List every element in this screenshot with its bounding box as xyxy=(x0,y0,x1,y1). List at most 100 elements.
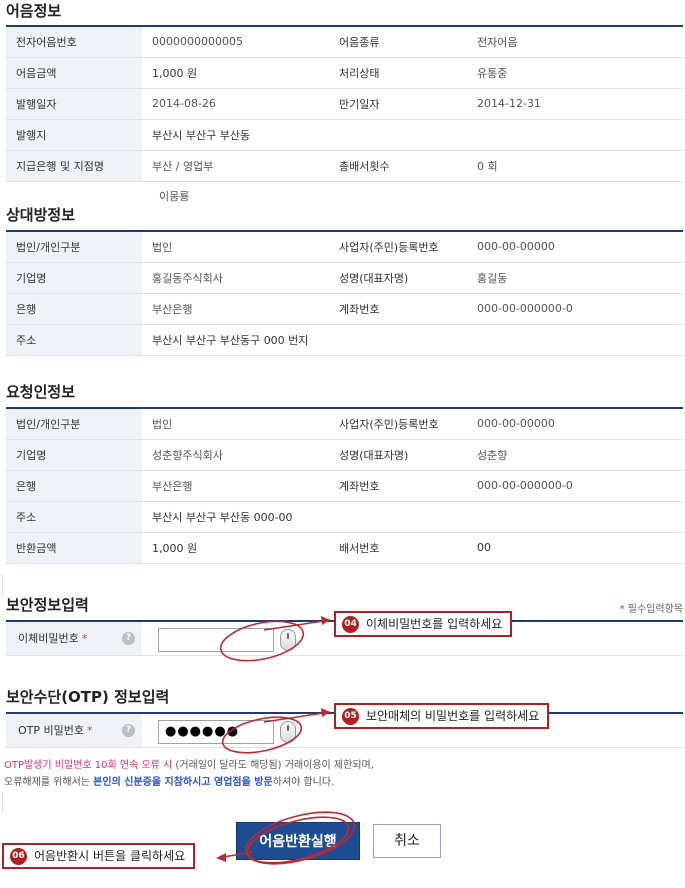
virtual-keyboard-mouse-icon[interactable] xyxy=(280,721,296,743)
table-row: 발행일자 2014-08-26 만기일자 2014-12-31 xyxy=(6,88,683,120)
help-icon[interactable]: ? xyxy=(122,632,135,645)
field-label: 계좌번호 xyxy=(327,470,467,502)
otp-note-line2: 오류해제를 위해서는 본인의 신분증을 지참하시고 영업점을 방문하셔야 합니다… xyxy=(4,774,374,791)
otp-input-title: 보안수단(OTP) 정보입력 xyxy=(6,688,170,706)
field-label: 총배서횟수 xyxy=(327,150,467,182)
field-label: 사업자(주민)등록번호 xyxy=(327,231,467,263)
field-value: 0000000000005 xyxy=(142,26,327,58)
cancel-button[interactable]: 취소 xyxy=(373,824,441,858)
callout-05: 05 보안매체의 비밀번호를 입력하세요 xyxy=(334,703,550,729)
field-label: 주소 xyxy=(6,324,142,356)
table-row: 기업명 성춘향주식회사 성명(대표자명) 성춘향 xyxy=(6,439,683,471)
counterparty-info-table: 법인/개인구분 법인 사업자(주민)등록번호 000-00-00000 기업명 … xyxy=(6,230,683,356)
otp-note-highlight: OTP발생기 비밀번호 10회 연속 오류 시 xyxy=(4,760,173,771)
divider xyxy=(2,793,3,813)
required-star: * xyxy=(87,724,93,737)
divider xyxy=(2,575,3,595)
table-row: 은행 부산은행 계좌번호 000-00-000000-0 xyxy=(6,470,683,502)
field-label: 성명(대표자명) xyxy=(327,262,467,294)
callout-number: 05 xyxy=(342,708,359,725)
field-value: 부산은행 xyxy=(142,470,327,502)
field-value: 부산 / 영업부 xyxy=(142,150,327,182)
bill-info-table: 전자어음번호 0000000000005 어음종류 전자어음 어음금액 1,00… xyxy=(6,25,683,182)
callout-text: 어음반환시 버튼을 클릭하세요 xyxy=(34,849,186,863)
table-row: 전자어음번호 0000000000005 어음종류 전자어음 xyxy=(6,26,683,58)
extra-value: 이몽룡 xyxy=(159,190,190,203)
field-value: 1,000 원 xyxy=(142,532,327,564)
bill-info-title: 어음정보 xyxy=(6,2,62,20)
table-row: 주소 부산시 부산구 부산동 000-00 xyxy=(6,501,683,533)
field-label: 만기일자 xyxy=(327,88,467,120)
field-value: 전자어음 xyxy=(467,26,683,58)
table-row: 반환금액 1,000 원 배서번호 00 xyxy=(6,532,683,564)
help-icon[interactable]: ? xyxy=(122,724,135,737)
field-label: 법인/개인구분 xyxy=(6,408,142,440)
field-value: 000-00-00000 xyxy=(467,408,683,440)
otp-note-line1: OTP발생기 비밀번호 10회 연속 오류 시 (거래일이 달라도 해당됨) 거… xyxy=(4,757,374,774)
callout-number: 04 xyxy=(342,616,359,633)
callout-06: 06 어음반환시 버튼을 클릭하세요 xyxy=(2,843,196,869)
virtual-keyboard-mouse-icon[interactable] xyxy=(280,629,296,651)
required-note: * 필수입력항목 xyxy=(620,600,683,615)
field-value: 유통중 xyxy=(467,57,683,89)
field-label: 사업자(주민)등록번호 xyxy=(327,408,467,440)
field-value: 000-00-000000-0 xyxy=(467,293,683,325)
callout-number: 06 xyxy=(10,848,27,865)
field-label: 기업명 xyxy=(6,439,142,471)
field-value: 0 회 xyxy=(467,150,683,182)
arrow-head xyxy=(216,853,226,862)
field-label: 발행일자 xyxy=(6,88,142,120)
field-label: 법인/개인구분 xyxy=(6,231,142,263)
otp-warning-note: OTP발생기 비밀번호 10회 연속 오류 시 (거래일이 달라도 해당됨) 거… xyxy=(4,757,374,791)
security-input-title: 보안정보입력 xyxy=(6,596,89,614)
requester-info-table: 법인/개인구분 법인 사업자(주민)등록번호 000-00-00000 기업명 … xyxy=(6,407,683,564)
field-value: 부산시 부산구 부산동 xyxy=(142,119,683,151)
field-label: 어음금액 xyxy=(6,57,142,89)
transfer-password-input[interactable] xyxy=(158,628,274,652)
callout-text: 이체비밀번호를 입력하세요 xyxy=(366,617,503,631)
field-value: 성춘향주식회사 xyxy=(142,439,327,471)
field-label: 은행 xyxy=(6,470,142,502)
field-label: 배서번호 xyxy=(327,532,467,564)
counterparty-info-title: 상대방정보 xyxy=(6,206,76,224)
table-row: 은행 부산은행 계좌번호 000-00-000000-0 xyxy=(6,293,683,325)
callout-04: 04 이체비밀번호를 입력하세요 xyxy=(334,611,513,637)
table-row: 기업명 홍길동주식회사 성명(대표자명) 홍길동 xyxy=(6,262,683,294)
field-label: 전자어음번호 xyxy=(6,26,142,58)
field-label: 지급은행 및 지점명 xyxy=(6,150,142,182)
field-value: 000-00-00000 xyxy=(467,231,683,263)
field-value: 법인 xyxy=(142,408,327,440)
field-label: 은행 xyxy=(6,293,142,325)
field-value: 부산은행 xyxy=(142,293,327,325)
otp-password-input[interactable]: ●●●●●● xyxy=(158,720,274,744)
field-value: 00 xyxy=(467,532,683,564)
otp-note-text: (거래일이 달라도 해당됨) 거래이용이 제한되며, xyxy=(172,760,374,771)
field-value: 2014-08-26 xyxy=(142,88,327,120)
table-row: 어음금액 1,000 원 처리상태 유통중 xyxy=(6,57,683,89)
field-label: 성명(대표자명) xyxy=(327,439,467,471)
bill-return-execute-button[interactable]: 어음반환실행 xyxy=(236,822,360,860)
required-note-label: 필수입력항목 xyxy=(627,604,683,615)
otp-note-emphasis: 본인의 신분증을 지참하시고 영업점을 방문 xyxy=(93,777,273,788)
field-label: 주소 xyxy=(6,501,142,533)
field-value: 000-00-000000-0 xyxy=(467,470,683,502)
field-label: 기업명 xyxy=(6,262,142,294)
field-value: 2014-12-31 xyxy=(467,88,683,120)
field-value: 1,000 원 xyxy=(142,57,327,89)
otp-note-text: 하셔야 합니다. xyxy=(272,777,335,788)
field-value: 홍길동 xyxy=(467,262,683,294)
field-value: 부산시 부산구 부산동구 000 번지 xyxy=(142,324,683,356)
otp-password-label-text: OTP 비밀번호 xyxy=(18,724,84,737)
table-row: 지급은행 및 지점명 부산 / 영업부 총배서횟수 0 회 xyxy=(6,150,683,182)
otp-note-text: 오류해제를 위해서는 xyxy=(4,777,94,788)
requester-info-title: 요청인정보 xyxy=(6,383,76,401)
field-value: 홍길동주식회사 xyxy=(142,262,327,294)
field-label: 반환금액 xyxy=(6,532,142,564)
field-value: 부산시 부산구 부산동 000-00 xyxy=(142,501,683,533)
field-value: 법인 xyxy=(142,231,327,263)
required-star: * xyxy=(81,632,88,645)
field-label: 어음종류 xyxy=(327,26,467,58)
field-value: 성춘향 xyxy=(467,439,683,471)
table-row: 법인/개인구분 법인 사업자(주민)등록번호 000-00-00000 xyxy=(6,408,683,440)
table-row: 법인/개인구분 법인 사업자(주민)등록번호 000-00-00000 xyxy=(6,231,683,263)
